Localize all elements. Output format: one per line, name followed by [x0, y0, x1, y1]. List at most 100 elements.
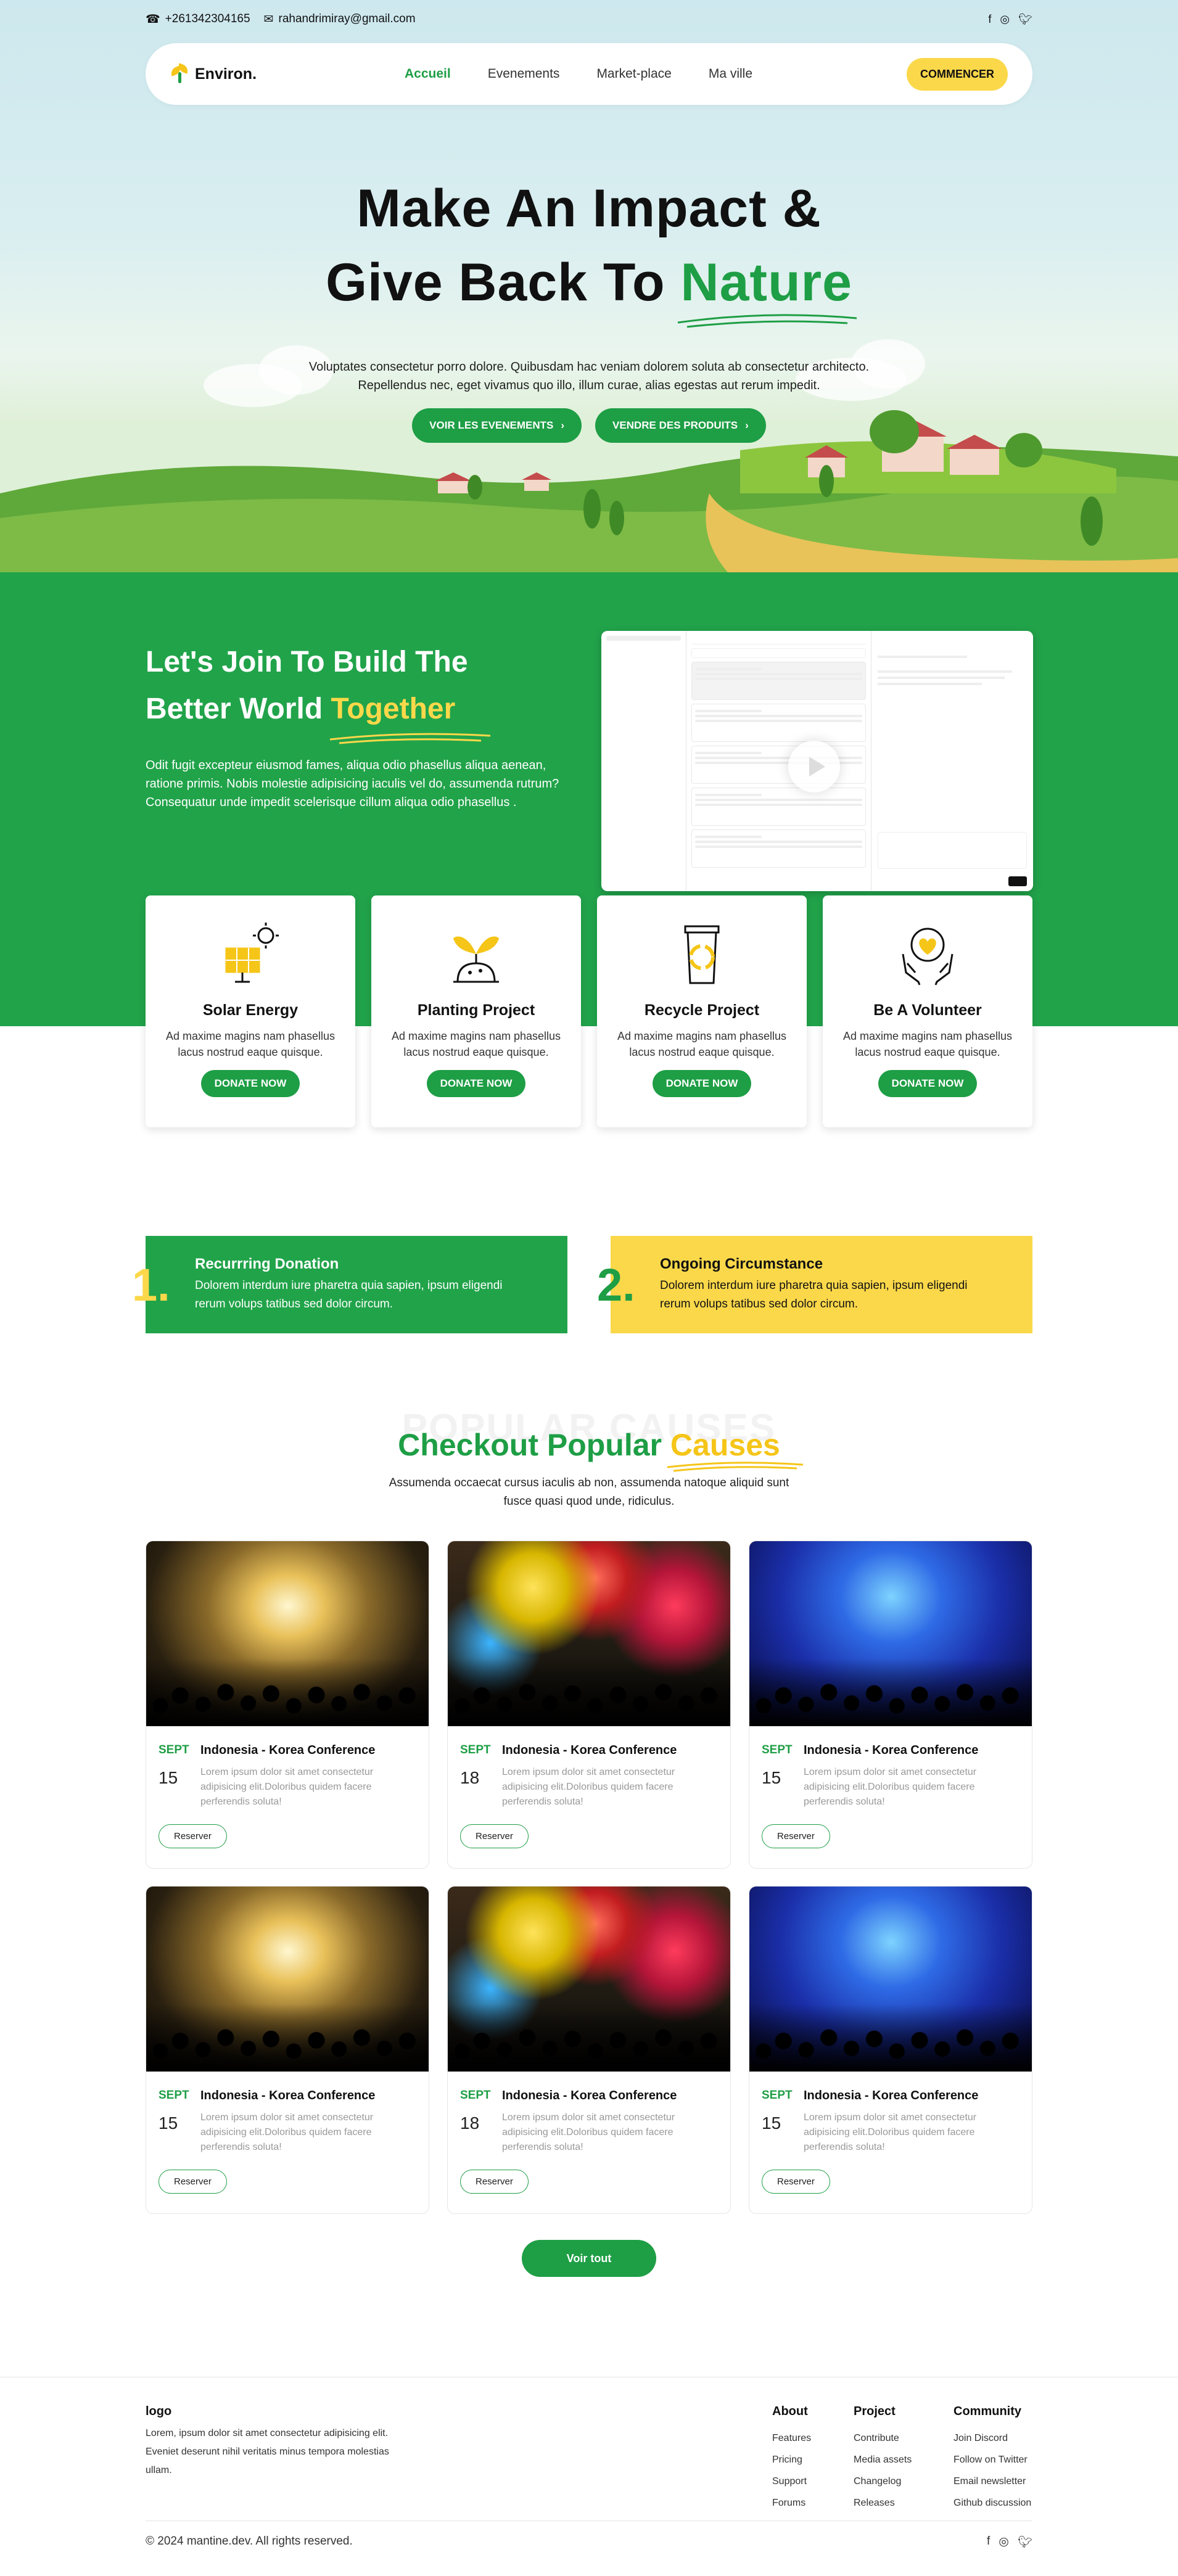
chevron-right-icon: › [561, 419, 565, 431]
nav-link-evenements[interactable]: Evenements [488, 67, 560, 81]
voir-tout-button[interactable]: Voir tout [522, 2240, 656, 2277]
event-day: 15 [762, 1768, 781, 1787]
event-card: SEPT 15 Indonesia - Korea Conference Lorem… [146, 1886, 429, 2214]
event-card: SEPT 15 Indonesia - Korea Conference Lorem… [146, 1541, 429, 1869]
leaf-logo-icon [169, 63, 190, 83]
event-month: SEPT [460, 2089, 491, 2102]
step-number: 2. [597, 1259, 635, 1311]
donation-types: 1. Recurrring Donation Dolorem interdum … [0, 1236, 1178, 1384]
event-month: SEPT [159, 2089, 189, 2102]
footer-logo[interactable]: logo [146, 2405, 171, 2419]
nav-link-ma-ville[interactable]: Ma ville [709, 67, 752, 81]
footer-link[interactable]: Join Discord [954, 2427, 1032, 2449]
vendre-produits-button[interactable]: VENDRE DES PRODUITS › [595, 408, 766, 443]
causes-title: Checkout Popular Causes [0, 1427, 1178, 1472]
app-screenshot-video[interactable] [601, 631, 1033, 891]
instagram-icon[interactable]: ◎ [1000, 13, 1010, 26]
underline-swoosh [667, 1462, 804, 1472]
reserver-button[interactable]: Reserver [460, 1824, 529, 1848]
popular-causes-header: POPULAR CAUSES Checkout Popular Causes A… [0, 1384, 1178, 1541]
donate-now-button[interactable]: DONATE NOW [878, 1070, 978, 1097]
hero-title-line2: Give Back To Nature [0, 245, 1178, 328]
event-day: 15 [762, 2113, 781, 2133]
voir-evenements-button[interactable]: VOIR LES EVENEMENTS › [412, 408, 582, 443]
reserver-button[interactable]: Reserver [762, 2170, 830, 2194]
donate-now-button[interactable]: DONATE NOW [652, 1070, 752, 1097]
nav-link-market-place[interactable]: Market-place [596, 67, 671, 81]
twitter-icon[interactable]: 🐦︎ [1018, 13, 1032, 26]
facebook-icon[interactable]: f [987, 2535, 990, 2549]
phone-number: +261342304165 [165, 12, 250, 25]
nav-link-accueil[interactable]: Accueil [405, 67, 451, 81]
event-title: Indonesia - Korea Conference [502, 1743, 677, 1757]
underline-swoosh [677, 314, 857, 328]
donation-description: Dolorem interdum iure pharetra quia sapi… [660, 1279, 968, 1311]
step-number: 1. [132, 1259, 170, 1311]
footer-link[interactable]: Features [772, 2427, 854, 2449]
hero-title-part: Give Back To [326, 253, 665, 312]
hero-title-highlight: Nature [677, 253, 857, 328]
instagram-icon[interactable]: ◎ [999, 2535, 1009, 2549]
event-description: Lorem ipsum dolor sit amet consectetur a… [200, 1767, 374, 1807]
concert-image [448, 1541, 730, 1726]
footer-link[interactable]: Follow on Twitter [954, 2449, 1032, 2471]
footer-link[interactable]: Contribute [854, 2427, 954, 2449]
donation-title: Recurrring Donation [195, 1256, 339, 1272]
event-card: SEPT 15 Indonesia - Korea Conference Lorem… [749, 1886, 1032, 2214]
event-month: SEPT [460, 1743, 491, 1756]
twitter-icon[interactable]: 🐦︎ [1018, 2535, 1032, 2549]
event-description: Lorem ipsum dolor sit amet consectetur a… [502, 2112, 675, 2152]
concert-image [448, 1887, 730, 2072]
event-month: SEPT [762, 1743, 793, 1756]
card-title: Be A Volunteer [873, 1002, 982, 1019]
phone-contact[interactable]: ☎ +261342304165 [146, 12, 250, 27]
main-navbar: Environ. Accueil Evenements Market-place… [146, 43, 1032, 105]
event-card: SEPT 18 Indonesia - Korea Conference Lorem… [447, 1886, 731, 2214]
reserver-button[interactable]: Reserver [159, 1824, 227, 1848]
donation-description: Dolorem interdum iure pharetra quia sapi… [195, 1279, 503, 1311]
email-contact[interactable]: ✉ rahandrimiray@gmail.com [264, 12, 416, 27]
facebook-icon[interactable]: f [988, 13, 991, 26]
play-icon[interactable] [788, 741, 840, 792]
chevron-right-icon: › [745, 419, 749, 431]
recycle-bin-icon [597, 920, 807, 988]
projects-section: Solar Energy Ad maxime magins nam phasel… [0, 895, 1178, 1236]
footer-column-title: About [772, 2405, 808, 2418]
concert-image [146, 1541, 429, 1726]
footer-link[interactable]: Releases [854, 2492, 954, 2514]
commencer-button[interactable]: COMMENCER [907, 57, 1008, 91]
causes-description: Assumenda occaecat cursus iaculis ab non… [389, 1476, 789, 1508]
recurring-donation-box: 1. Recurrring Donation Dolorem interdum … [132, 1236, 567, 1333]
event-month: SEPT [762, 2089, 793, 2102]
project-card-solar: Solar Energy Ad maxime magins nam phasel… [146, 895, 355, 1127]
footer-link[interactable]: Changelog [854, 2471, 954, 2492]
reserver-button[interactable]: Reserver [762, 1824, 830, 1848]
reserver-button[interactable]: Reserver [159, 2170, 227, 2194]
footer-link[interactable]: Support [772, 2471, 854, 2492]
sprout-icon [371, 920, 581, 988]
donate-now-button[interactable]: DONATE NOW [426, 1070, 526, 1097]
donation-title: Ongoing Circumstance [660, 1256, 823, 1272]
footer-link[interactable]: Email newsletter [954, 2471, 1032, 2492]
event-description: Lorem ipsum dolor sit amet consectetur a… [804, 1767, 977, 1807]
hero-section: ☎ +261342304165 ✉ rahandrimiray@gmail.com … [0, 0, 1178, 572]
brand-name: Environ. [195, 65, 257, 83]
underline-swoosh [330, 733, 491, 744]
donate-now-button[interactable]: DONATE NOW [200, 1070, 300, 1097]
concert-image [749, 1887, 1032, 2072]
events-grid: SEPT 15 Indonesia - Korea Conference Lorem… [146, 1541, 1032, 2214]
event-title: Indonesia - Korea Conference [502, 2089, 677, 2102]
project-card-volunteer: Be A Volunteer Ad maxime magins nam phas… [823, 895, 1032, 1127]
brand-logo[interactable]: Environ. [169, 63, 405, 83]
copyright-text: © 2024 mantine.dev. All rights reserved. [146, 2535, 353, 2548]
footer-link[interactable]: Github discussion [954, 2492, 1032, 2514]
reserver-button[interactable]: Reserver [460, 2170, 529, 2194]
phone-icon: ☎ [146, 12, 160, 26]
footer-link[interactable]: Pricing [772, 2449, 854, 2471]
event-title: Indonesia - Korea Conference [200, 2089, 376, 2102]
card-description: Ad maxime magins nam phasellus lacus nos… [391, 1030, 561, 1058]
mail-icon: ✉ [263, 12, 274, 26]
footer-link[interactable]: Media assets [854, 2449, 954, 2471]
footer-link[interactable]: Forums [772, 2492, 854, 2514]
contact-bar: ☎ +261342304165 ✉ rahandrimiray@gmail.com … [146, 10, 1032, 28]
